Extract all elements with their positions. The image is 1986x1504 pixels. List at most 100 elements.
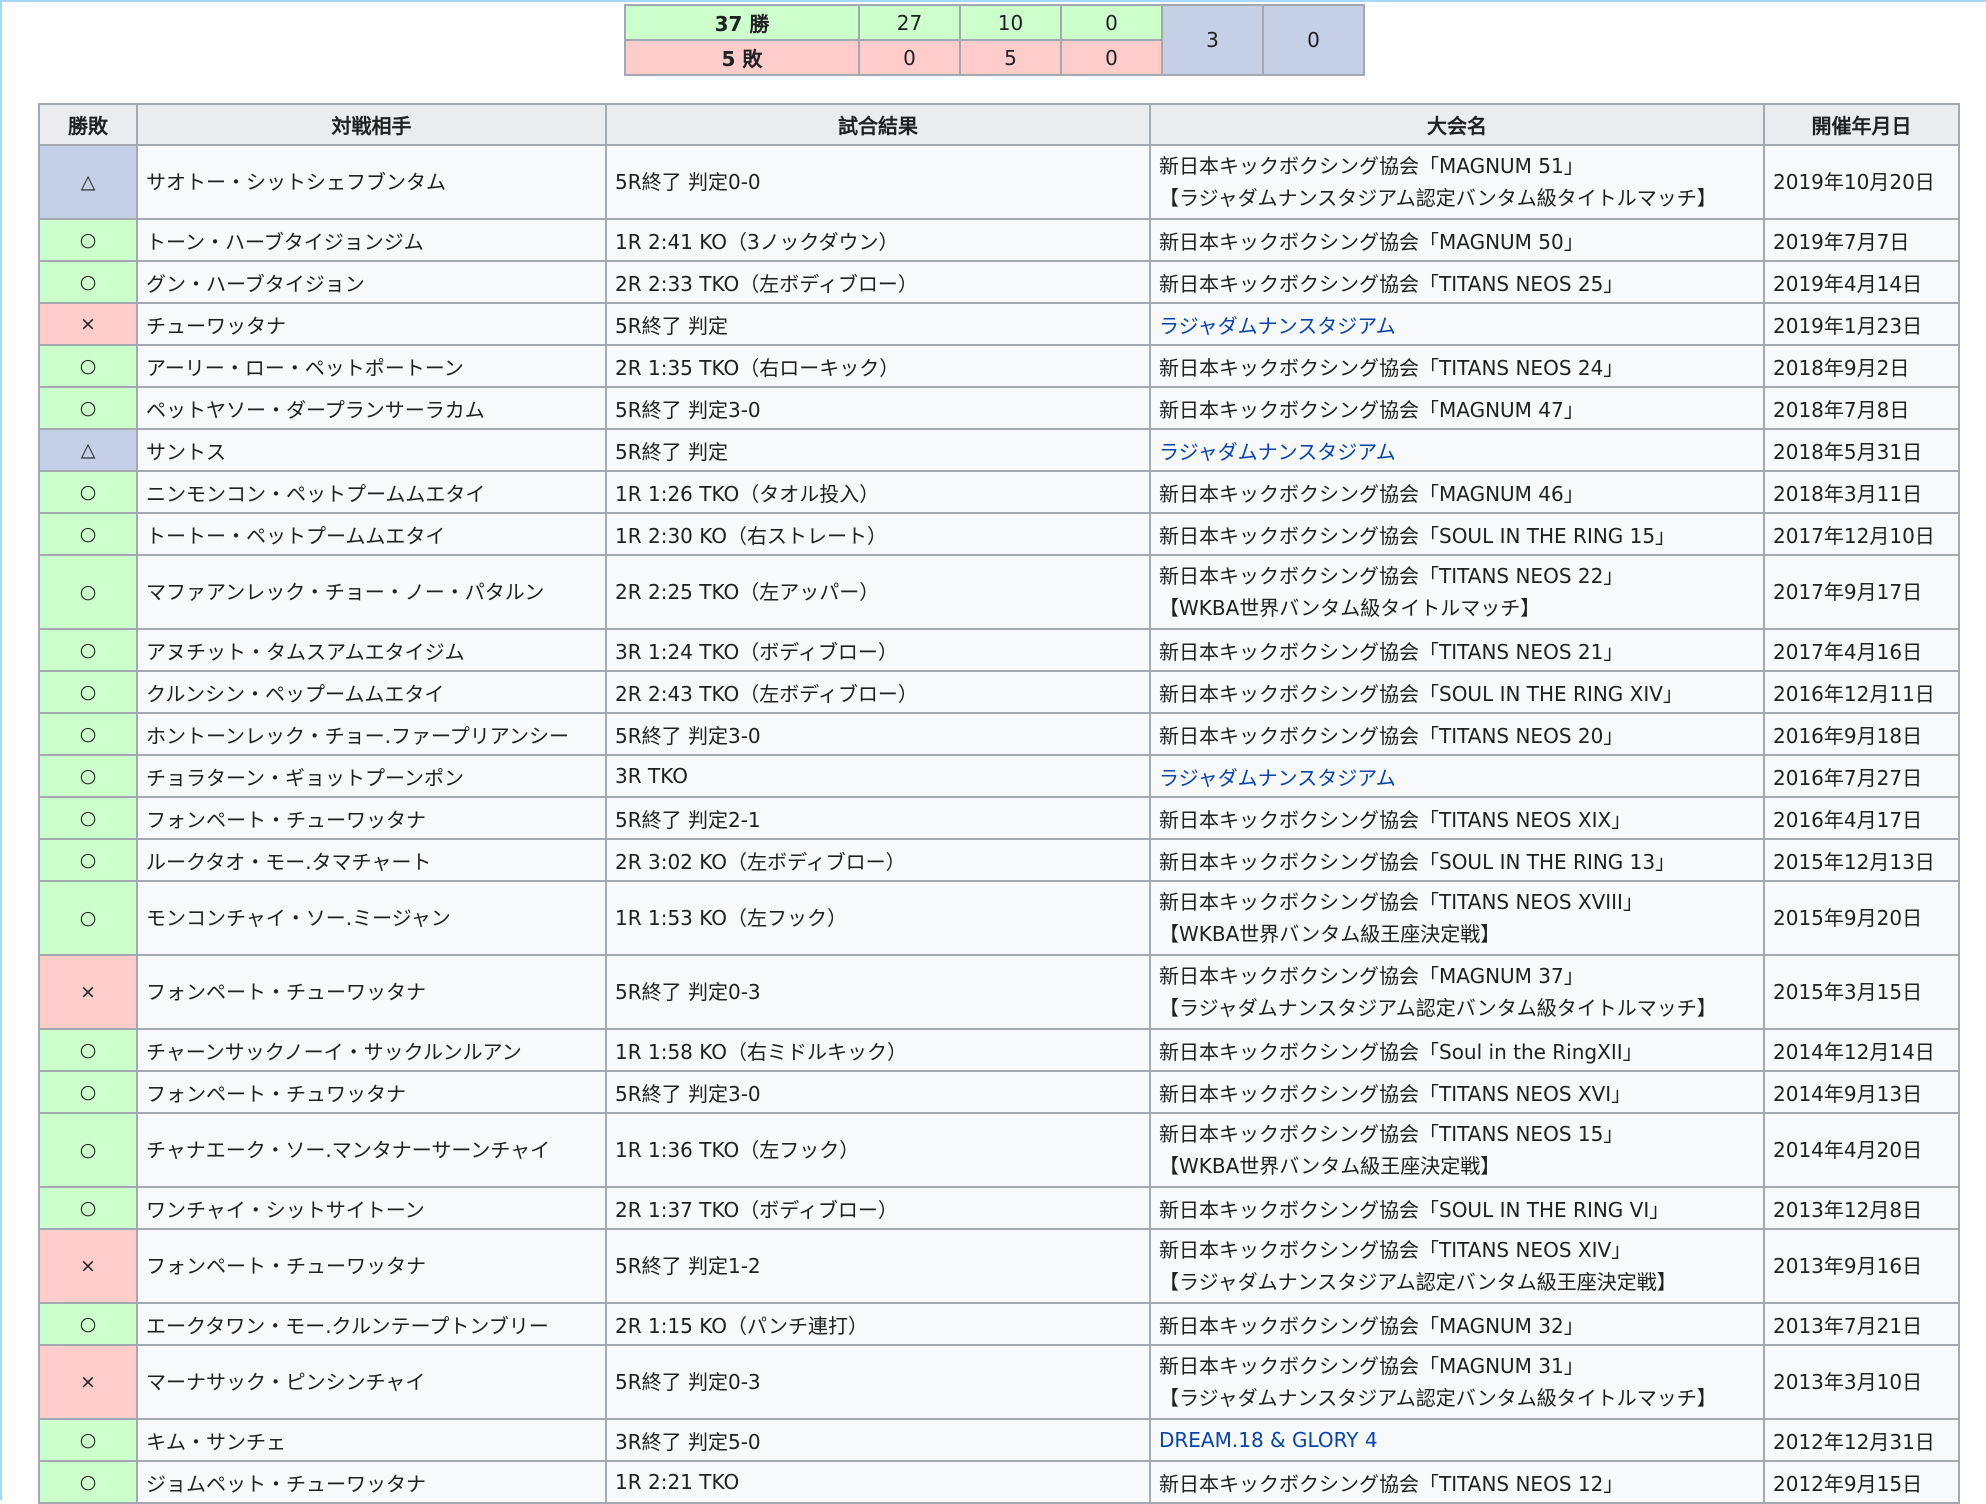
- outcome-cell: 2R 3:02 KO（左ボディブロー）: [605, 838, 1151, 882]
- date-cell: 2015年12月13日: [1763, 838, 1960, 882]
- event-link[interactable]: ラジャダムナンスタジアム: [1159, 314, 1396, 338]
- table-row: ○ ジョムペット・チューワッタナ 1R 2:21 TKO 新日本キックボクシング協会「…: [38, 1460, 1960, 1504]
- result-cell: ○: [38, 670, 138, 714]
- event-link[interactable]: ラジャダムナンスタジアム: [1159, 440, 1396, 464]
- result-cell: ○: [38, 1302, 138, 1346]
- event-name: 新日本キックボクシング協会「TITANS NEOS 15」: [1159, 1122, 1624, 1146]
- outcome-cell: 2R 2:43 TKO（左ボディブロー）: [605, 670, 1151, 714]
- summary-wins-other: 0: [1060, 4, 1163, 41]
- date-cell: 2019年10月20日: [1763, 144, 1960, 220]
- opponent-cell: ジョムペット・チューワッタナ: [136, 1460, 607, 1504]
- event-cell: 新日本キックボクシング協会「TITANS NEOS 15」 【WKBA世界バンタム…: [1149, 1112, 1765, 1188]
- table-row: ○ マファアンレック・チョー・ノー・パタルン 2R 2:25 TKO（左アッパー）新…: [38, 554, 1960, 630]
- date-cell: 2014年9月13日: [1763, 1070, 1960, 1114]
- event-title-note: 【ラジャダムナンスタジアム認定バンタム級タイトルマッチ】: [1159, 1386, 1717, 1410]
- event-link[interactable]: ラジャダムナンスタジアム: [1159, 766, 1396, 790]
- fight-record-body: △ サオトー・シットシェフブンタム 5R終了 判定0-0 新日本キックボクシング協会「…: [38, 144, 1960, 1504]
- table-row: ○ モンコンチャイ・ソー.ミージャン 1R 1:53 KO（左フック） 新日本キックボ…: [38, 880, 1960, 956]
- event-name: 新日本キックボクシング協会「SOUL IN THE RING XIV」: [1159, 681, 1683, 706]
- table-row: ○ トーン・ハーブタイジョンジム 1R 2:41 KO（3ノックダウン） 新日本キック…: [38, 218, 1960, 262]
- event-cell: 新日本キックボクシング協会「TITANS NEOS XVI」: [1149, 1070, 1765, 1114]
- table-row: × フォンペート・チューワッタナ 5R終了 判定0-3 新日本キックボクシング協会「M…: [38, 954, 1960, 1030]
- result-cell: ○: [38, 628, 138, 672]
- outcome-cell: 2R 1:37 TKO（ボディブロー）: [605, 1186, 1151, 1230]
- table-row: ○ チャーンサックノーイ・サックルンルアン 1R 1:58 KO（右ミドルキック） 新…: [38, 1028, 1960, 1072]
- summary-wins-row: 37 勝 27 10 0 3 0: [624, 4, 1365, 76]
- event-cell[interactable]: ラジャダムナンスタジアム: [1149, 302, 1765, 346]
- outcome-cell: 5R終了 判定1-2: [605, 1228, 1151, 1304]
- result-cell: ×: [38, 302, 138, 346]
- result-cell: ○: [38, 838, 138, 882]
- outcome-cell: 1R 2:21 TKO: [605, 1460, 1151, 1504]
- result-cell: ○: [38, 344, 138, 388]
- opponent-cell: チューワッタナ: [136, 302, 607, 346]
- event-name: 新日本キックボクシング協会「MAGNUM 46」: [1159, 481, 1584, 506]
- date-cell: 2018年3月11日: [1763, 470, 1960, 514]
- outcome-cell: 3R 1:24 TKO（ボディブロー）: [605, 628, 1151, 672]
- summary-losses-label: 5 敗: [624, 39, 860, 76]
- outcome-cell: 5R終了 判定0-3: [605, 1344, 1151, 1420]
- date-cell: 2012年9月15日: [1763, 1460, 1960, 1504]
- outcome-cell: 1R 1:53 KO（左フック）: [605, 880, 1151, 956]
- event-cell: 新日本キックボクシング協会「TITANS NEOS XIX」: [1149, 796, 1765, 840]
- result-cell: ○: [38, 1460, 138, 1504]
- summary-wins-label: 37 勝: [624, 4, 860, 41]
- table-row: × マーナサック・ピンシンチャイ 5R終了 判定0-3 新日本キックボクシング協会「M…: [38, 1344, 1960, 1420]
- result-cell: ○: [38, 1418, 138, 1462]
- table-row: ○ アーリー・ロー・ペットポートーン 2R 1:35 TKO（右ローキック） 新日本キ…: [38, 344, 1960, 388]
- page-left-border: [0, 0, 2, 1500]
- outcome-cell: 5R終了 判定: [605, 428, 1151, 472]
- opponent-cell: チョラターン・ギョットプーンポン: [136, 754, 607, 798]
- result-cell: △: [38, 428, 138, 472]
- table-row: ○ アヌチット・タムスアムエタイジム 3R 1:24 TKO（ボディブロー） 新日本キ…: [38, 628, 1960, 672]
- event-cell[interactable]: DREAM.18 & GLORY 4: [1149, 1418, 1765, 1462]
- event-name: 新日本キックボクシング協会「TITANS NEOS 22」: [1159, 564, 1624, 588]
- event-cell: 新日本キックボクシング協会「TITANS NEOS 12」: [1149, 1460, 1765, 1504]
- event-cell: 新日本キックボクシング協会「TITANS NEOS XIV」 【ラジャダムナンスタ…: [1149, 1228, 1765, 1304]
- header-result: 勝敗: [38, 103, 138, 146]
- opponent-cell: サオトー・シットシェフブンタム: [136, 144, 607, 220]
- event-cell[interactable]: ラジャダムナンスタジアム: [1149, 754, 1765, 798]
- event-cell[interactable]: ラジャダムナンスタジアム: [1149, 428, 1765, 472]
- opponent-cell: チャナエーク・ソー.マンタナーサーンチャイ: [136, 1112, 607, 1188]
- event-cell: 新日本キックボクシング協会「MAGNUM 50」: [1149, 218, 1765, 262]
- table-row: ○ キム・サンチェ 3R終了 判定5-0 DREAM.18 & GLORY 4 2012…: [38, 1418, 1960, 1462]
- header-opponent: 対戦相手: [136, 103, 607, 146]
- date-cell: 2013年9月16日: [1763, 1228, 1960, 1304]
- record-summary-table: 37 勝 27 10 0 3 0 5 敗 0 5 0: [624, 4, 1365, 76]
- summary-no-contest: 0: [1262, 4, 1365, 76]
- table-row: ○ グン・ハーブタイジョン 2R 2:33 TKO（左ボディブロー） 新日本キックボク…: [38, 260, 1960, 304]
- outcome-cell: 3R終了 判定5-0: [605, 1418, 1151, 1462]
- result-cell: ○: [38, 470, 138, 514]
- fight-record-table: 勝敗 対戦相手 試合結果 大会名 開催年月日 △ サオトー・シットシェフブンタム 5…: [38, 103, 1960, 1504]
- result-cell: ○: [38, 880, 138, 956]
- table-row: × フォンペート・チューワッタナ 5R終了 判定1-2 新日本キックボクシング協会「T…: [38, 1228, 1960, 1304]
- table-row: ○ クルンシン・ペップームムエタイ 2R 2:43 TKO（左ボディブロー） 新日本キ…: [38, 670, 1960, 714]
- event-name: 新日本キックボクシング協会「TITANS NEOS 25」: [1159, 271, 1624, 296]
- event-title-note: 【ラジャダムナンスタジアム認定バンタム級タイトルマッチ】: [1159, 996, 1717, 1020]
- table-row: ○ トートー・ペットプームムエタイ 1R 2:30 KO（右ストレート） 新日本キック…: [38, 512, 1960, 556]
- event-cell: 新日本キックボクシング協会「TITANS NEOS XVIII」 【WKBA世界バ…: [1149, 880, 1765, 956]
- event-name: 新日本キックボクシング協会「Soul in the RingXII」: [1159, 1039, 1643, 1064]
- opponent-cell: ワンチャイ・シットサイトーン: [136, 1186, 607, 1230]
- event-cell: 新日本キックボクシング協会「TITANS NEOS 25」: [1149, 260, 1765, 304]
- event-cell: 新日本キックボクシング協会「TITANS NEOS 24」: [1149, 344, 1765, 388]
- result-cell: ○: [38, 554, 138, 630]
- event-cell: 新日本キックボクシング協会「SOUL IN THE RING 13」: [1149, 838, 1765, 882]
- opponent-cell: フォンペート・チューワッタナ: [136, 954, 607, 1030]
- opponent-cell: チャーンサックノーイ・サックルンルアン: [136, 1028, 607, 1072]
- event-cell: 新日本キックボクシング協会「TITANS NEOS 20」: [1149, 712, 1765, 756]
- event-name: 新日本キックボクシング協会「TITANS NEOS 24」: [1159, 355, 1624, 380]
- header-date: 開催年月日: [1763, 103, 1960, 146]
- date-cell: 2019年1月23日: [1763, 302, 1960, 346]
- event-title-note: 【WKBA世界バンタム級王座決定戦】: [1159, 922, 1501, 946]
- outcome-cell: 1R 1:58 KO（右ミドルキック）: [605, 1028, 1151, 1072]
- result-cell: ○: [38, 1070, 138, 1114]
- result-cell: ○: [38, 712, 138, 756]
- opponent-cell: グン・ハーブタイジョン: [136, 260, 607, 304]
- event-name: 新日本キックボクシング協会「SOUL IN THE RING 15」: [1159, 523, 1676, 548]
- page-top-border: [0, 0, 1986, 2]
- event-link[interactable]: DREAM.18 & GLORY 4: [1159, 1428, 1378, 1452]
- table-row: △ サントス 5R終了 判定 ラジャダムナンスタジアム 2018年5月31日: [38, 428, 1960, 472]
- event-title-note: 【WKBA世界バンタム級タイトルマッチ】: [1159, 596, 1541, 620]
